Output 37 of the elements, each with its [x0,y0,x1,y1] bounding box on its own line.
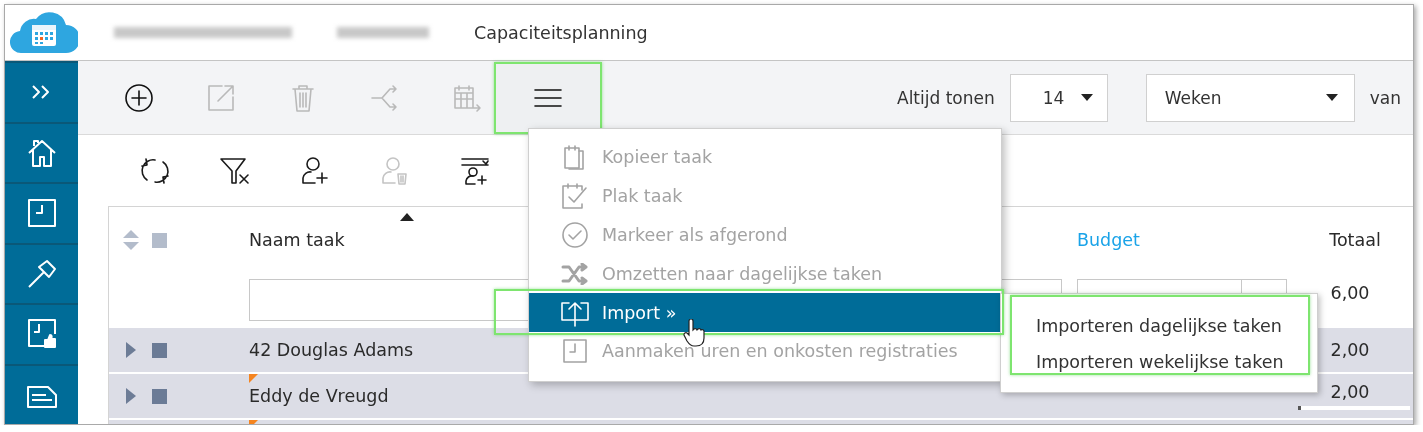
column-header[interactable]: Naam taak [249,230,345,250]
approve-clock-icon[interactable] [26,318,57,351]
filter-clear-icon[interactable] [219,155,251,186]
person-plus-icon[interactable] [300,155,330,186]
shuffle-icon [561,262,589,285]
check-circle-icon [561,221,589,249]
row-checkbox[interactable] [152,388,167,404]
task-name: 42 Douglas Adams [249,340,414,360]
cloud-calendar-logo[interactable] [10,11,78,54]
task-name: Eddy de Vreugd [249,386,389,406]
caret-icon [1080,94,1093,101]
page-title: Capaciteitsplanning [474,22,648,43]
sort-arrows-icon[interactable] [121,228,140,252]
total-value: 6,00 [1330,282,1370,303]
submenu-item[interactable]: Importeren wekelijkse taken [1001,344,1317,380]
menu-button[interactable] [494,61,602,134]
suffix-label: van [1369,87,1401,108]
select-all-checkbox[interactable] [152,232,167,248]
submenu-item[interactable]: Importeren dagelijkse taken [1001,308,1317,344]
person-list-icon[interactable] [460,155,490,186]
circle-plus-icon[interactable] [124,82,154,113]
column-header[interactable]: Totaal [1329,230,1381,250]
home-icon[interactable] [26,137,57,168]
row-checkbox[interactable] [152,342,167,358]
expand-arrow-icon[interactable] [125,342,136,358]
unit-dropdown[interactable]: Weken [1145,73,1355,122]
gavel-icon[interactable] [26,258,57,289]
count-dropdown[interactable]: 14 [1009,73,1108,122]
refresh-icon[interactable] [140,155,170,186]
menu-item[interactable]: Import » [529,293,1001,332]
calendar-check-icon [560,182,590,211]
show-label: Altijd tonen [897,87,995,108]
menu-icon [534,87,562,108]
total-value: 2,00 [1330,340,1370,360]
total-value: 2,00 [1330,382,1370,402]
expand-arrow-icon[interactable] [125,388,136,404]
caret-icon [1325,94,1338,101]
